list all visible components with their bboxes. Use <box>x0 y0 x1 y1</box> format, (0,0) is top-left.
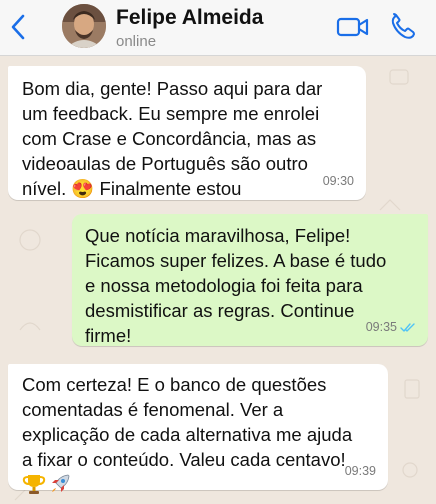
message-time: 09:39 <box>345 459 376 484</box>
message-time-text: 09:30 <box>322 174 354 188</box>
contact-status: online <box>116 33 157 50</box>
message-bubble-outgoing[interactable]: Que notícia maravilhosa, Felipe! Ficamos… <box>72 214 428 346</box>
chat-header: Felipe Almeida online <box>0 0 436 56</box>
trophy-icon <box>22 475 46 494</box>
message-time-text: 09:39 <box>344 464 376 478</box>
avatar-photo <box>62 4 106 48</box>
message-text: Bom dia, gente! Passo aqui para dar um f… <box>22 78 323 199</box>
message-emojis <box>22 472 374 496</box>
message-time: 09:35 <box>366 315 416 340</box>
contact-avatar[interactable] <box>62 4 106 48</box>
back-chevron-icon[interactable] <box>6 12 30 42</box>
double-check-icon <box>400 323 415 332</box>
message-bubble-incoming[interactable]: Bom dia, gente! Passo aqui para dar um f… <box>8 66 366 200</box>
message-time-text: 09:35 <box>365 320 397 334</box>
contact-name[interactable]: Felipe Almeida <box>116 6 263 30</box>
video-call-icon[interactable] <box>336 14 370 40</box>
message-text: Com certeza! E o banco de questões comen… <box>22 374 353 470</box>
message-bubble-incoming[interactable]: Com certeza! E o banco de questões comen… <box>8 364 388 494</box>
rocket-icon <box>52 474 70 492</box>
message-time: 09:30 <box>323 169 354 194</box>
phone-call-icon[interactable] <box>390 12 418 42</box>
